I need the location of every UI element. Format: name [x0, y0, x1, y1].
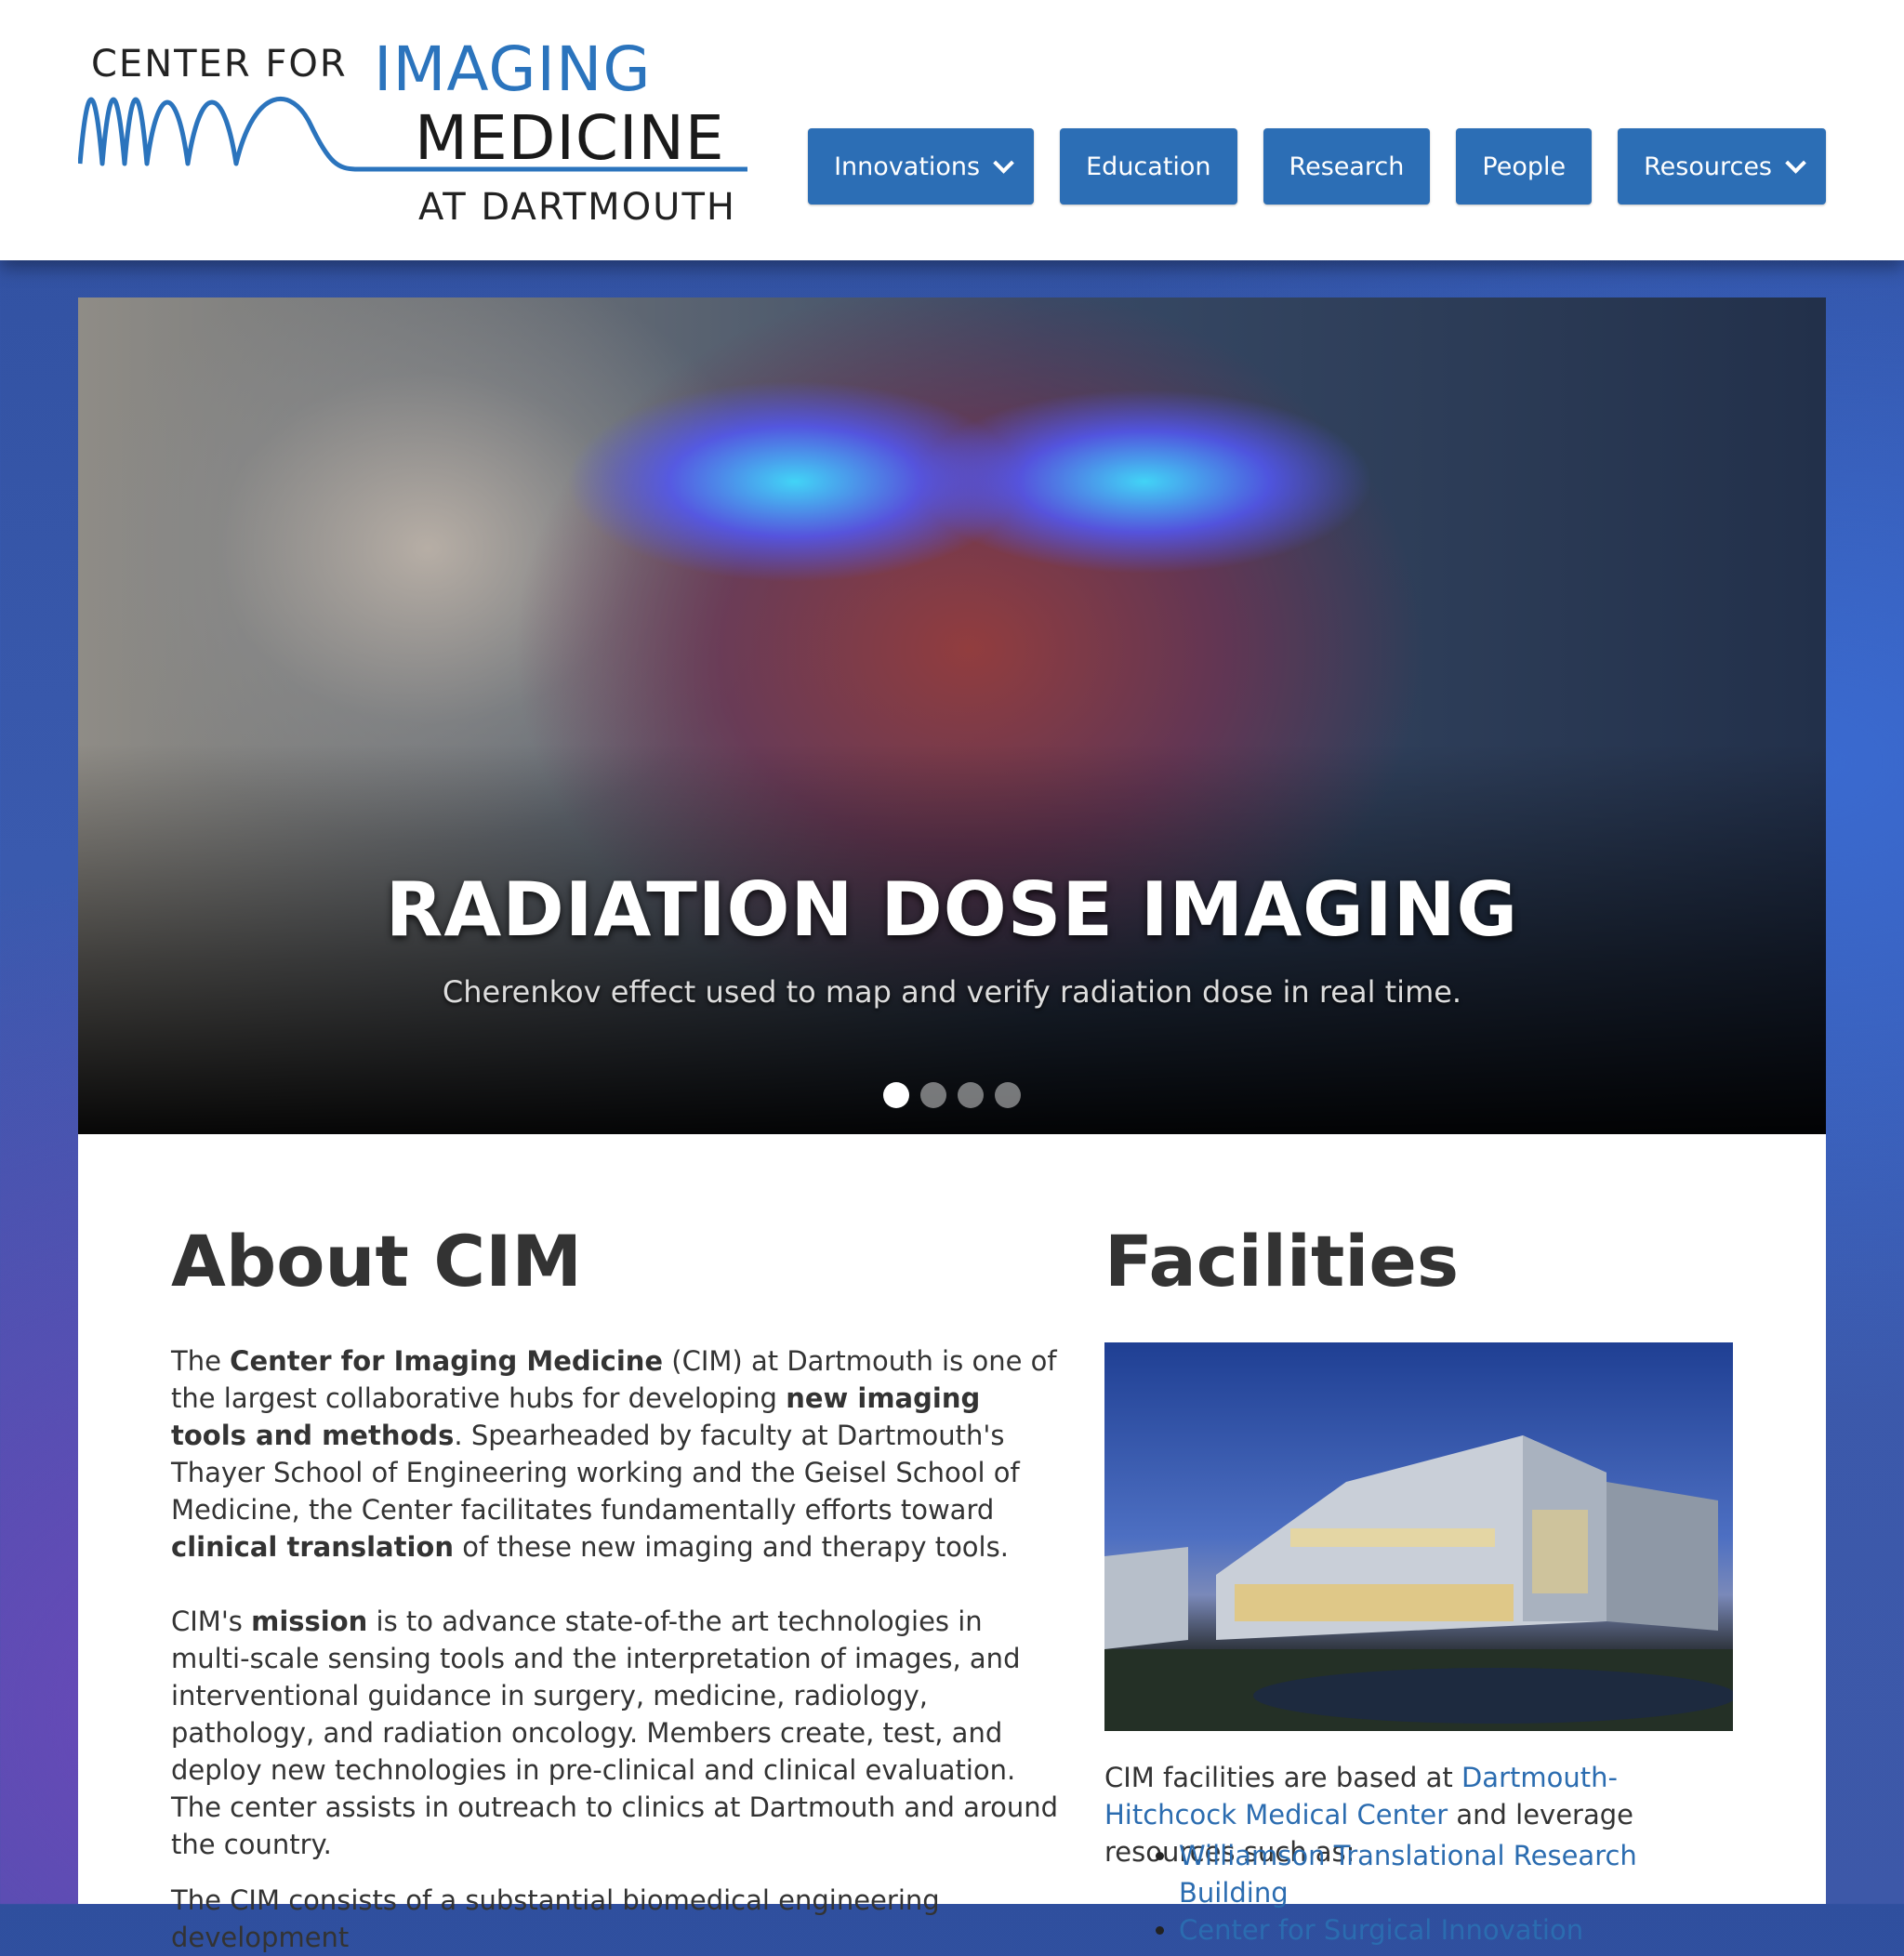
carousel-dot-1[interactable] — [883, 1082, 909, 1108]
nav-innovations[interactable]: Innovations — [808, 128, 1035, 205]
facilities-heading: Facilities — [1104, 1220, 1460, 1302]
nav-research[interactable]: Research — [1263, 128, 1431, 205]
about-p1-text-1: The — [171, 1345, 231, 1377]
nav-innovations-label: Innovations — [834, 152, 981, 181]
about-section: About CIM The Center for Imaging Medicin… — [171, 1220, 1064, 1953]
site-header: CENTER FOR IMAGING MEDICINE AT DARTMOUTH… — [0, 0, 1904, 260]
carousel-dot-4[interactable] — [995, 1082, 1021, 1108]
nav-research-label: Research — [1289, 152, 1405, 181]
about-p2-text-1: CIM's — [171, 1606, 252, 1637]
carousel-indicators — [78, 1082, 1826, 1108]
nav-people[interactable]: People — [1456, 128, 1593, 205]
carousel-dot-2[interactable] — [920, 1082, 946, 1108]
about-heading: About CIM — [171, 1220, 583, 1302]
about-paragraph-1: The Center for Imaging Medicine (CIM) at… — [171, 1342, 1064, 1566]
hero-subtitle: Cherenkov effect used to map and verify … — [442, 974, 1462, 1010]
about-paragraph-2: CIM's mission is to advance state-of-the… — [171, 1603, 1064, 1863]
facility-link-surgical-innovation[interactable]: Center for Surgical Innovation — [1179, 1914, 1583, 1946]
nav-resources-label: Resources — [1644, 152, 1772, 181]
chevron-down-icon — [1785, 152, 1806, 174]
about-paragraph-3: The CIM consists of a substantial biomed… — [171, 1884, 940, 1953]
chevron-down-icon — [993, 152, 1014, 174]
logo-line-at-dartmouth: AT DARTMOUTH — [418, 186, 736, 229]
hero-title: RADIATION DOSE IMAGING — [385, 866, 1519, 953]
nav-resources[interactable]: Resources — [1618, 128, 1826, 205]
facilities-list: Williamson Translational Research Buildi… — [1151, 1837, 1737, 1949]
facilities-section: Facilities CIM facilities are based at D… — [1104, 1220, 1737, 1946]
logo-wave-icon — [78, 96, 747, 172]
about-p1-bold-3: clinical translation — [171, 1531, 454, 1563]
cim-logo[interactable]: CENTER FOR IMAGING MEDICINE AT DARTMOUTH — [78, 33, 757, 236]
list-item: Williamson Translational Research Buildi… — [1179, 1837, 1737, 1911]
about-p1-bold-1: Center for Imaging Medicine — [230, 1345, 664, 1377]
facilities-text-before: CIM facilities are based at — [1104, 1762, 1461, 1793]
building-illustration — [1104, 1435, 1733, 1731]
facility-building-image — [1104, 1342, 1733, 1731]
main-nav: Innovations Education Research People Re… — [808, 128, 1826, 205]
about-p2-bold-1: mission — [251, 1606, 368, 1637]
list-item: Center for Surgical Innovation — [1179, 1911, 1737, 1949]
nav-people-label: People — [1482, 152, 1567, 181]
nav-education-label: Education — [1086, 152, 1211, 181]
facility-link-williamson[interactable]: Williamson Translational Research Buildi… — [1179, 1840, 1637, 1909]
carousel-dot-3[interactable] — [958, 1082, 984, 1108]
hero-carousel[interactable]: RADIATION DOSE IMAGING Cherenkov effect … — [78, 297, 1826, 1134]
logo-line-center-for: CENTER FOR — [91, 43, 348, 86]
about-p2-text-2: is to advance state-of-the art technolog… — [171, 1606, 1059, 1860]
main-content: About CIM The Center for Imaging Medicin… — [78, 1134, 1826, 1953]
nav-education[interactable]: Education — [1060, 128, 1237, 205]
about-p1-text-4: of these new imaging and therapy tools. — [453, 1531, 1009, 1563]
